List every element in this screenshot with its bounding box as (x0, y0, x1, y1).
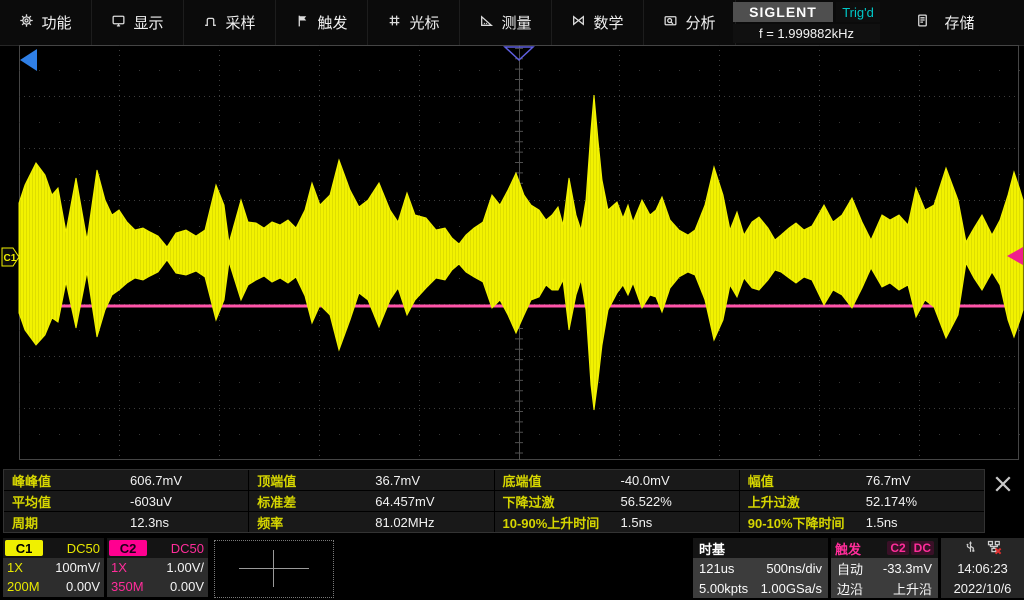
channel2-panel[interactable]: C2 DC50 1X 1.00V/ 350M 0.00V (107, 538, 208, 597)
timebase-title: 时基 (693, 538, 828, 558)
measurement-panel: 峰峰值606.7mV 顶端值36.7mV 底端值-40.0mV 幅值76.7mV… (3, 469, 985, 533)
measure-mean: 平均值-603uV (4, 491, 248, 511)
usb-icon (963, 539, 978, 557)
measure-rise-time: 10-90%上升时间1.5ns (495, 512, 739, 532)
channel2-bandwidth: 350M (111, 579, 144, 594)
measure-frequency: 频率81.02MHz (249, 512, 493, 532)
trigger-mode: 自动 (837, 559, 863, 578)
timebase-panel[interactable]: 时基 121us 500ns/div 5.00kpts 1.00GSa/s (693, 538, 828, 598)
channel1-panel[interactable]: C1 DC50 1X 100mV/ 200M 0.00V (3, 538, 104, 597)
channel2-coupling: DC50 (171, 541, 204, 556)
timebase-delay: 121us (699, 561, 734, 576)
timebase-points: 5.00kpts (699, 581, 748, 596)
channel1-badge: C1 (5, 540, 43, 556)
channel2-probe: 1X (111, 560, 127, 575)
channel2-badge: C2 (109, 540, 147, 556)
channel1-bandwidth: 200M (7, 579, 40, 594)
measure-rise-overshoot: 上升过激52.174% (740, 491, 984, 511)
network-disconnected-icon (986, 539, 1002, 558)
measure-period: 周期12.3ns (4, 512, 248, 532)
channel1-marker-label: C1 (4, 253, 17, 264)
measure-stdev: 标准差64.457mV (249, 491, 493, 511)
channel1-scale: 100mV/ (55, 560, 100, 575)
trigger-coupling-badge: DC (911, 541, 934, 555)
channel2-scale: 1.00V/ (166, 560, 204, 575)
trigger-panel[interactable]: 触发 C2 DC 自动 -33.3mV 边沿 上升沿 (831, 538, 938, 598)
timebase-scale: 500ns/div (766, 561, 822, 576)
measure-fall-time: 90-10%下降时间1.5ns (740, 512, 984, 532)
trigger-level: -33.3mV (883, 561, 932, 576)
oscilloscope-screen: 功能 显示 采样 触发 光标 测量 数学 分析 (0, 0, 1024, 600)
trigger-type: 边沿 (837, 579, 863, 598)
channel1-coupling: DC50 (67, 541, 100, 556)
measure-base: 底端值-40.0mV (495, 470, 739, 490)
delay-marker-icon[interactable] (20, 49, 37, 71)
measure-fall-overshoot: 下降过激56.522% (495, 491, 739, 511)
clock-date: 2022/10/6 (954, 578, 1012, 598)
channel1-offset: 0.00V (66, 579, 100, 594)
measure-top: 顶端值36.7mV (249, 470, 493, 490)
trigger-title: 触发 (835, 539, 861, 558)
measure-vpp: 峰峰值606.7mV (4, 470, 248, 490)
close-icon[interactable] (990, 471, 1016, 497)
trigger-slope: 上升沿 (893, 579, 932, 598)
status-panel: 14:06:23 2022/10/6 (941, 538, 1024, 598)
timebase-samplerate: 1.00GSa/s (761, 581, 822, 596)
measure-amplitude: 幅值76.7mV (740, 470, 984, 490)
add-channel-panel[interactable] (214, 540, 334, 598)
trigger-source-badge: C2 (887, 541, 908, 555)
channel2-offset: 0.00V (170, 579, 204, 594)
channel1-probe: 1X (7, 560, 23, 575)
clock-time: 14:06:23 (957, 558, 1008, 578)
